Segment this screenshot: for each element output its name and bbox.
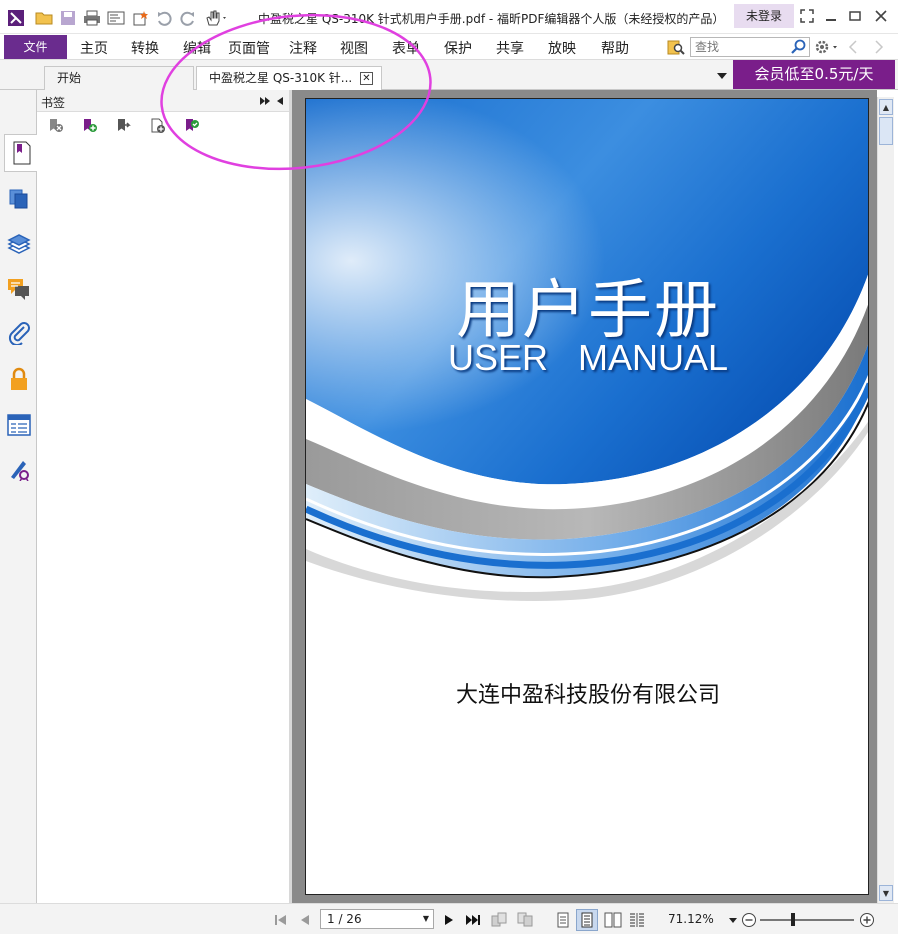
new-doc-star-icon[interactable]	[130, 8, 150, 28]
scroll-up-arrow-icon[interactable]: ▲	[879, 99, 893, 115]
previous-view-icon[interactable]	[490, 911, 508, 929]
left-navigation-strip	[0, 90, 38, 934]
zoom-in-icon[interactable]	[858, 911, 876, 929]
vertical-scrollbar[interactable]: ▲ ▼	[877, 97, 894, 903]
menu-convert[interactable]: 转换	[131, 38, 159, 58]
content-form-icon[interactable]	[6, 412, 32, 438]
search-input[interactable]	[691, 38, 787, 56]
status-bar: 1 / 26 ▼ 71.12%	[0, 903, 898, 934]
security-lock-icon[interactable]	[6, 366, 32, 392]
continuous-view-icon[interactable]	[576, 909, 598, 931]
bookmark-panel-icon[interactable]	[4, 134, 38, 172]
app-logo-icon	[6, 8, 26, 28]
page-number-field[interactable]: 1 / 26 ▼	[320, 909, 434, 929]
page-dropdown-icon[interactable]: ▼	[423, 910, 429, 928]
minimize-icon[interactable]	[822, 8, 840, 24]
find-doc-icon[interactable]	[667, 38, 685, 56]
menu-share[interactable]: 共享	[496, 38, 524, 58]
next-page-icon[interactable]	[440, 911, 458, 929]
delete-bookmark-icon[interactable]	[47, 117, 65, 135]
zoom-out-icon[interactable]	[740, 911, 758, 929]
page-indicator: 1 / 26	[327, 912, 362, 926]
menu-bar: 文件 主页 转换 编辑 页面管 注释 视图 表单 保护 共享 放映 帮助	[0, 34, 898, 60]
bookmark-panel: 书签	[37, 90, 289, 903]
last-page-icon[interactable]	[464, 911, 482, 929]
maximize-icon[interactable]	[846, 8, 864, 24]
single-page-view-icon[interactable]	[554, 911, 572, 929]
previous-page-icon[interactable]	[296, 911, 314, 929]
next-view-icon[interactable]	[516, 911, 534, 929]
nav-back-icon[interactable]	[846, 39, 860, 55]
menu-protect[interactable]: 保护	[444, 38, 472, 58]
tab-start-label: 开始	[57, 71, 82, 85]
zoom-slider-handle[interactable]	[791, 913, 795, 926]
login-button[interactable]: 未登录	[734, 4, 794, 28]
zoom-level[interactable]: 71.12%	[668, 912, 714, 926]
save-icon[interactable]	[58, 8, 78, 28]
comments-icon[interactable]	[6, 276, 32, 302]
title-bar: 中盈税之星 QS-310K 针式机用户手册.pdf - 福昕PDF编辑器个人版（…	[0, 0, 898, 34]
cover-title-en: USER MANUAL	[447, 337, 729, 378]
menu-slideshow[interactable]: 放映	[548, 38, 576, 58]
annotation-highlight-circle	[160, 13, 432, 171]
layers-icon[interactable]	[6, 232, 32, 258]
signature-pen-icon[interactable]	[6, 456, 32, 482]
print-icon[interactable]	[82, 8, 102, 28]
membership-promo-banner[interactable]: 会员低至0.5元/天	[733, 60, 895, 89]
file-menu-button[interactable]: 文件	[4, 35, 67, 59]
zoom-dropdown-icon[interactable]	[728, 911, 738, 929]
settings-gear-icon[interactable]	[814, 38, 840, 56]
zoom-slider-track[interactable]	[760, 919, 854, 921]
scroll-down-arrow-icon[interactable]: ▼	[879, 885, 893, 901]
facing-view-icon[interactable]	[604, 911, 622, 929]
menu-help[interactable]: 帮助	[601, 38, 629, 58]
search-field[interactable]	[690, 37, 810, 57]
fullscreen-icon[interactable]	[798, 8, 816, 24]
search-icon[interactable]	[791, 39, 807, 58]
pdf-page: 用户手册 USER MANUAL 大连中盈科技股份有限公司	[305, 98, 869, 895]
pages-thumbnail-icon[interactable]	[6, 186, 32, 212]
close-window-icon[interactable]	[872, 8, 890, 24]
attachment-paperclip-icon[interactable]	[6, 320, 32, 346]
continuous-facing-view-icon[interactable]	[628, 911, 646, 929]
cover-artwork	[306, 99, 868, 602]
first-page-icon[interactable]	[272, 911, 290, 929]
cover-company-name: 大连中盈科技股份有限公司	[455, 683, 720, 708]
open-folder-icon[interactable]	[34, 8, 54, 28]
add-bookmark-icon[interactable]	[81, 117, 99, 135]
document-viewport[interactable]: 用户手册 USER MANUAL 大连中盈科技股份有限公司	[292, 90, 877, 903]
tab-list-dropdown-icon[interactable]	[716, 70, 728, 82]
scroll-thumb[interactable]	[879, 117, 893, 145]
nav-forward-icon[interactable]	[872, 39, 886, 55]
menu-home[interactable]: 主页	[80, 38, 108, 58]
bookmark-panel-title: 书签	[41, 96, 66, 110]
email-icon[interactable]	[106, 8, 126, 28]
bookmark-goto-icon[interactable]	[115, 117, 133, 135]
